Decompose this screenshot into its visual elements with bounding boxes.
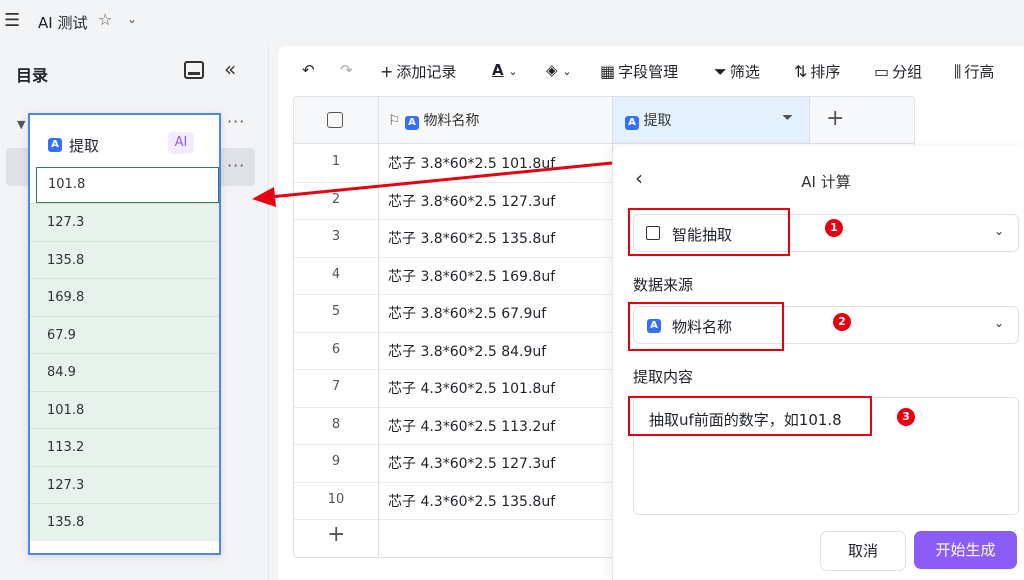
annotation-arrow bbox=[252, 161, 613, 207]
